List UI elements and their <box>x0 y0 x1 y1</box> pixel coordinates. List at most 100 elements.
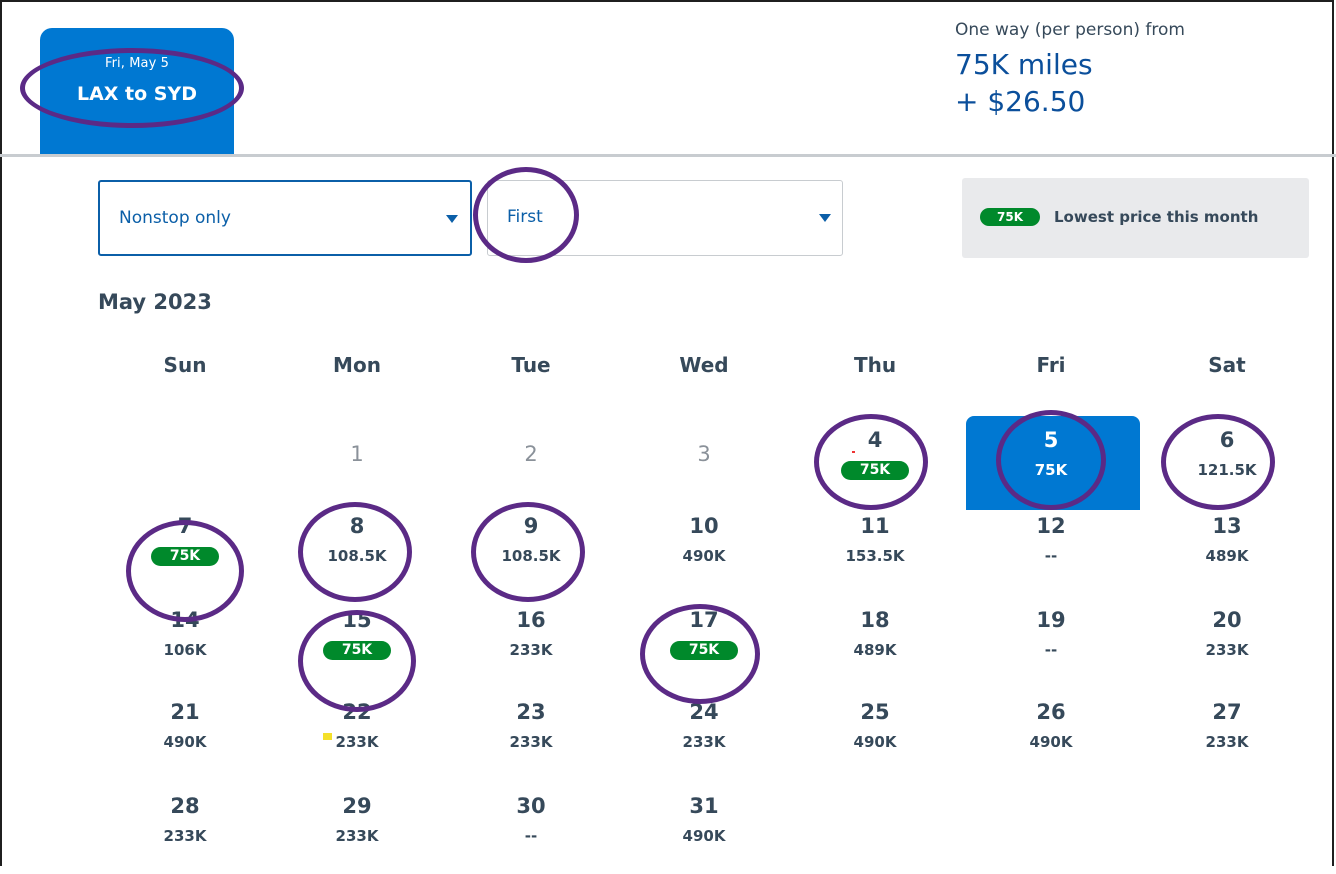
calendar-day-26[interactable]: 26 490K <box>976 700 1126 780</box>
day-number: 26 <box>1036 700 1066 724</box>
calendar-day-18[interactable]: 18 489K <box>800 608 950 688</box>
day-number: 11 <box>860 514 890 538</box>
calendar-day-12[interactable]: 12 -- <box>976 514 1126 594</box>
day-number: 3 <box>697 442 711 466</box>
day-price: 233K <box>335 827 379 845</box>
weekday-tue: Tue <box>511 353 551 377</box>
calendar-day-23[interactable]: 23 233K <box>456 700 606 780</box>
calendar-day-6[interactable]: 6 121.5K <box>1152 428 1302 508</box>
day-price: 233K <box>509 641 553 659</box>
calendar-day-8[interactable]: 8 108.5K <box>282 514 432 594</box>
day-number: 15 <box>342 608 372 632</box>
day-number: 8 <box>349 514 365 538</box>
fare-summary: One way (per person) from 75K miles + $2… <box>955 20 1185 118</box>
day-price: 108.5K <box>327 547 387 565</box>
calendar-day-28[interactable]: 28 233K <box>110 794 260 874</box>
weekday-wed: Wed <box>679 353 729 377</box>
stops-select[interactable]: Nonstop only <box>98 180 472 256</box>
weekday-sun: Sun <box>163 353 207 377</box>
day-number: 28 <box>170 794 200 818</box>
day-price: 233K <box>1205 733 1249 751</box>
calendar-day-17[interactable]: 17 75K <box>629 608 779 688</box>
day-number: 2 <box>524 442 538 466</box>
day-price: 233K <box>335 733 379 751</box>
lowest-price-badge: 75K <box>670 641 738 660</box>
day-number: 20 <box>1212 608 1242 632</box>
calendar-day-16[interactable]: 16 233K <box>456 608 606 688</box>
weekday-mon: Mon <box>333 353 381 377</box>
day-number: 10 <box>689 514 719 538</box>
weekday-thu: Thu <box>853 353 897 377</box>
day-number: 23 <box>516 700 546 724</box>
calendar-day-7[interactable]: 7 75K <box>110 514 260 594</box>
day-number: 1 <box>350 442 364 466</box>
calendar-day-24[interactable]: 24 233K <box>629 700 779 780</box>
chevron-down-icon <box>819 214 831 222</box>
day-number: 4 <box>867 428 883 452</box>
day-price: 233K <box>163 827 207 845</box>
day-price: -- <box>524 827 538 845</box>
day-number: 9 <box>523 514 539 538</box>
fare-miles: 75K miles <box>955 48 1093 81</box>
fare-cash: + $26.50 <box>955 85 1086 118</box>
red-speck <box>852 451 855 453</box>
calendar-day-3: 3 <box>629 428 779 508</box>
cabin-select[interactable]: First <box>487 180 843 256</box>
calendar-day-4[interactable]: 4 75K <box>800 428 950 508</box>
calendar-day-15[interactable]: 15 75K <box>282 608 432 688</box>
lowest-price-badge: 75K <box>980 208 1040 226</box>
calendar-day-2: 2 <box>456 428 606 508</box>
day-number: 19 <box>1036 608 1066 632</box>
calendar-day-5[interactable]: 5 75K <box>976 428 1126 508</box>
day-number: 27 <box>1212 700 1242 724</box>
lowest-price-badge: 75K <box>151 547 219 566</box>
day-price: 490K <box>853 733 897 751</box>
calendar-day-27[interactable]: 27 233K <box>1152 700 1302 780</box>
lowest-price-badge: 75K <box>841 461 909 480</box>
calendar-day-9[interactable]: 9 108.5K <box>456 514 606 594</box>
fare-label: One way (per person) from <box>955 20 1185 40</box>
day-price: 490K <box>682 547 726 565</box>
calendar-day-29[interactable]: 29 233K <box>282 794 432 874</box>
stops-select-value: Nonstop only <box>119 208 231 228</box>
day-number: 17 <box>689 608 719 632</box>
calendar-day-20[interactable]: 20 233K <box>1152 608 1302 688</box>
calendar-day-13[interactable]: 13 489K <box>1152 514 1302 594</box>
trip-tab[interactable]: Fri, May 5 LAX to SYD <box>40 28 234 154</box>
header-divider <box>0 154 1336 157</box>
day-number: 16 <box>516 608 546 632</box>
day-price: 108.5K <box>501 547 561 565</box>
calendar-day-19[interactable]: 19 -- <box>976 608 1126 688</box>
day-number: 30 <box>516 794 546 818</box>
calendar-day-10[interactable]: 10 490K <box>629 514 779 594</box>
day-number: 21 <box>170 700 200 724</box>
calendar-day-25[interactable]: 25 490K <box>800 700 950 780</box>
day-price: 489K <box>853 641 897 659</box>
yellow-speck <box>323 733 332 740</box>
day-price: -- <box>1044 547 1058 565</box>
day-price: 75K <box>1034 461 1068 479</box>
calendar-day-1: 1 <box>282 428 432 508</box>
day-price: 233K <box>682 733 726 751</box>
trip-date: Fri, May 5 <box>104 56 170 71</box>
chevron-down-icon <box>446 215 458 223</box>
calendar-day-22[interactable]: 22 233K <box>282 700 432 780</box>
day-price: 490K <box>1029 733 1073 751</box>
day-number: 22 <box>342 700 372 724</box>
lowest-price-badge: 75K <box>323 641 391 660</box>
day-number: 24 <box>689 700 719 724</box>
weekday-sat: Sat <box>1208 353 1246 377</box>
day-price: 106K <box>163 641 207 659</box>
day-number: 12 <box>1036 514 1066 538</box>
day-number: 5 <box>1043 428 1059 452</box>
calendar-day-21[interactable]: 21 490K <box>110 700 260 780</box>
day-number: 14 <box>170 608 200 632</box>
calendar-day-30[interactable]: 30 -- <box>456 794 606 874</box>
day-number: 18 <box>860 608 890 632</box>
day-number: 13 <box>1212 514 1242 538</box>
cabin-select-value: First <box>507 207 543 227</box>
calendar-day-11[interactable]: 11 153.5K <box>800 514 950 594</box>
calendar-day-31[interactable]: 31 490K <box>629 794 779 874</box>
calendar-day-14[interactable]: 14 106K <box>110 608 260 688</box>
price-legend: 75K Lowest price this month <box>962 178 1309 258</box>
